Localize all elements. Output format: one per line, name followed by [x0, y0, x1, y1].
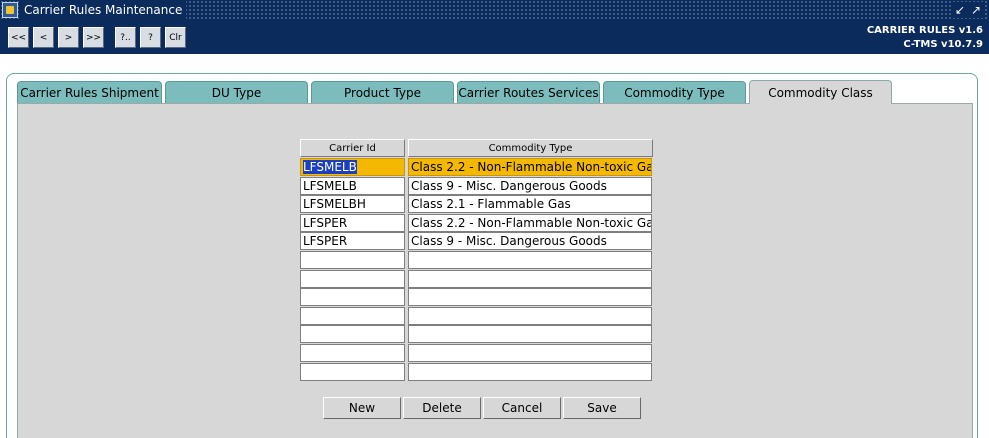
carrier-id-cell[interactable] — [300, 344, 405, 362]
tab-du-type[interactable]: DU Type — [165, 81, 308, 104]
tab-commodity-class[interactable]: Commodity Class — [749, 80, 892, 104]
cancel-button-label: Cancel — [501, 401, 543, 415]
column-header-commodity-type: Commodity Type — [408, 139, 653, 157]
carrier-id-cell[interactable] — [300, 325, 405, 343]
cancel-button[interactable]: Cancel — [483, 397, 561, 419]
window-title: Carrier Rules Maintenance — [20, 0, 187, 20]
app-version: CARRIER RULES v1.6 — [866, 25, 983, 36]
commodity-type-cell[interactable] — [408, 307, 652, 325]
tab-commodity-type[interactable]: Commodity Type — [603, 81, 746, 104]
commodity-type-cell[interactable]: Class 2.2 - Non-Flammable Non-toxic Gas — [408, 214, 652, 232]
minimize-icon[interactable]: ↙ — [953, 2, 967, 18]
commodity-type-value: Class 2.2 - Non-Flammable Non-toxic Gas — [411, 160, 652, 174]
tab-carrier-rules-shipment[interactable]: Carrier Rules Shipment — [17, 81, 162, 104]
commodity-type-cell[interactable] — [408, 270, 652, 288]
commodity-type-value: Class 2.1 - Flammable Gas — [411, 197, 571, 211]
app-icon[interactable] — [2, 2, 18, 18]
maximize-icon[interactable]: ↗ — [969, 2, 983, 18]
commodity-type-value: Class 9 - Misc. Dangerous Goods — [411, 179, 607, 193]
tab-product-type[interactable]: Product Type — [311, 81, 454, 104]
new-button-label: New — [348, 401, 376, 415]
carrier-id-cell[interactable]: LFSPER — [300, 232, 405, 250]
query-options-button[interactable]: ?.. — [115, 27, 136, 48]
carrier-id-cell[interactable]: LFSMELB — [300, 177, 405, 195]
new-button[interactable]: New — [323, 397, 401, 419]
commodity-type-cell[interactable] — [408, 288, 652, 306]
carrier-id-cell[interactable] — [300, 288, 405, 306]
commodity-type-cell[interactable]: Class 2.2 - Non-Flammable Non-toxic Gas — [408, 158, 652, 176]
carrier-id-cell[interactable]: LFSPER — [300, 214, 405, 232]
commodity-type-cell[interactable] — [408, 344, 652, 362]
next-record-button[interactable]: > — [58, 27, 79, 48]
carrier-id-value: LFSPER — [303, 234, 348, 248]
system-version: C-TMS v10.7.9 — [903, 39, 983, 50]
clear-button[interactable]: Clr — [165, 27, 186, 48]
commodity-type-cell[interactable]: Class 9 - Misc. Dangerous Goods — [408, 177, 652, 195]
toolbar: << < > >> ?.. ? Clr CARRIER RULES v1.6 C… — [0, 20, 989, 54]
carrier-id-value: LFSMELBH — [303, 197, 366, 211]
carrier-id-cell[interactable] — [300, 270, 405, 288]
tab-carrier-routes-services[interactable]: Carrier Routes Services — [457, 81, 600, 104]
carrier-id-cell[interactable]: LFSMELB — [300, 158, 405, 176]
last-record-button[interactable]: >> — [83, 27, 104, 48]
previous-record-button[interactable]: < — [33, 27, 54, 48]
commodity-type-cell[interactable] — [408, 251, 652, 269]
commodity-type-cell[interactable]: Class 2.1 - Flammable Gas — [408, 195, 652, 213]
column-header-carrier-id: Carrier Id — [300, 139, 405, 157]
carrier-id-value: LFSMELB — [303, 160, 357, 174]
version-info: CARRIER RULES v1.6 C-TMS v10.7.9 — [867, 24, 983, 52]
carrier-id-cell[interactable]: LFSMELBH — [300, 195, 405, 213]
delete-button[interactable]: Delete — [403, 397, 481, 419]
commodity-type-cell[interactable]: Class 9 - Misc. Dangerous Goods — [408, 232, 652, 250]
commodity-type-cell[interactable] — [408, 325, 652, 343]
commodity-type-value: Class 9 - Misc. Dangerous Goods — [411, 234, 607, 248]
carrier-id-cell[interactable] — [300, 251, 405, 269]
commodity-type-value: Class 2.2 - Non-Flammable Non-toxic Gas — [411, 216, 652, 230]
delete-button-label: Delete — [422, 401, 462, 415]
carrier-id-cell[interactable] — [300, 363, 405, 381]
carrier-id-value: LFSMELB — [303, 179, 357, 193]
first-record-button[interactable]: << — [8, 27, 29, 48]
carrier-id-cell[interactable] — [300, 307, 405, 325]
window-controls: ↙ ↗ — [951, 2, 985, 18]
commodity-type-cell[interactable] — [408, 363, 652, 381]
save-button[interactable]: Save — [563, 397, 641, 419]
query-button[interactable]: ? — [140, 27, 161, 48]
save-button-label: Save — [587, 401, 617, 415]
carrier-id-value: LFSPER — [303, 216, 348, 230]
title-bar: Carrier Rules Maintenance ↙ ↗ — [0, 0, 989, 20]
